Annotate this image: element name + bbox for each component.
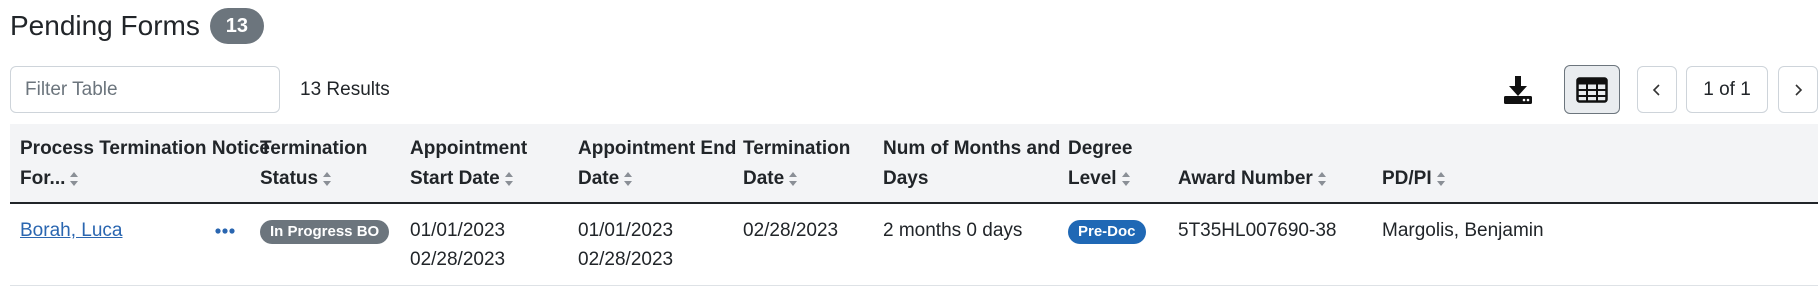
sort-icon	[1436, 171, 1445, 186]
table-view-button[interactable]	[1564, 65, 1620, 114]
sort-icon	[1121, 171, 1130, 186]
column-header-status[interactable]: Termination Status	[260, 134, 367, 194]
count-badge: 13	[209, 8, 264, 44]
table-row: Borah, Luca In Progress BO 01/01/2023 02…	[10, 204, 1818, 286]
page-indicator: 1 of 1	[1686, 66, 1768, 113]
column-header-pd-pi[interactable]: PD/PI	[1382, 164, 1446, 194]
page-title: Pending Forms	[10, 10, 200, 41]
column-header-termination-date[interactable]: Termination Date	[743, 134, 850, 194]
next-page-button[interactable]	[1778, 66, 1818, 113]
previous-page-button[interactable]	[1637, 66, 1677, 113]
download-icon	[1504, 75, 1532, 104]
column-header-start-date[interactable]: Appointment Start Date	[410, 134, 527, 194]
row-start-date-cell: 01/01/2023 02/28/2023	[410, 220, 506, 270]
sort-icon	[70, 171, 79, 186]
pending-forms-table: Process Termination Notice For... Termin…	[10, 124, 1818, 286]
row-end-date-cell: 01/01/2023 02/28/2023	[578, 220, 674, 270]
row-name-cell: Borah, Luca	[20, 216, 122, 245]
row-months-days-cell: 2 months 0 days	[883, 220, 1023, 241]
row-award-number-cell: 5T35HL007690-38	[1178, 220, 1337, 241]
row-pd-pi-cell: Margolis, Benjamin	[1382, 220, 1544, 241]
column-header-months-days[interactable]: Num of Months and Days	[883, 134, 1060, 194]
column-header-process[interactable]: Process Termination Notice For...	[20, 134, 270, 194]
chevron-right-icon	[1795, 83, 1803, 96]
row-degree-cell: Pre-Doc	[1068, 216, 1146, 245]
sort-icon	[504, 171, 513, 186]
results-count: 13 Results	[300, 78, 390, 100]
more-options-icon	[215, 227, 235, 234]
row-termination-date-cell: 02/28/2023	[743, 220, 839, 241]
status-badge: In Progress BO	[260, 220, 390, 244]
column-header-end-date[interactable]: Appointment End Date	[578, 134, 736, 194]
name-link[interactable]: Borah, Luca	[20, 220, 122, 241]
column-header-award-number[interactable]: Award Number	[1178, 164, 1327, 194]
degree-badge: Pre-Doc	[1068, 220, 1146, 244]
table-icon	[1576, 76, 1608, 103]
sort-icon	[323, 171, 332, 186]
table-header: Process Termination Notice For... Termin…	[10, 124, 1818, 204]
page-header: Pending Forms 13	[10, 4, 264, 48]
row-actions-button[interactable]	[215, 216, 235, 245]
sort-icon	[624, 171, 633, 186]
column-header-degree-level[interactable]: Degree Level	[1068, 134, 1132, 194]
sort-icon	[789, 171, 798, 186]
filter-input[interactable]	[10, 66, 280, 113]
download-button[interactable]	[1496, 66, 1540, 113]
row-status-cell: In Progress BO	[260, 216, 390, 245]
sort-icon	[1317, 171, 1326, 186]
chevron-left-icon	[1652, 83, 1660, 96]
